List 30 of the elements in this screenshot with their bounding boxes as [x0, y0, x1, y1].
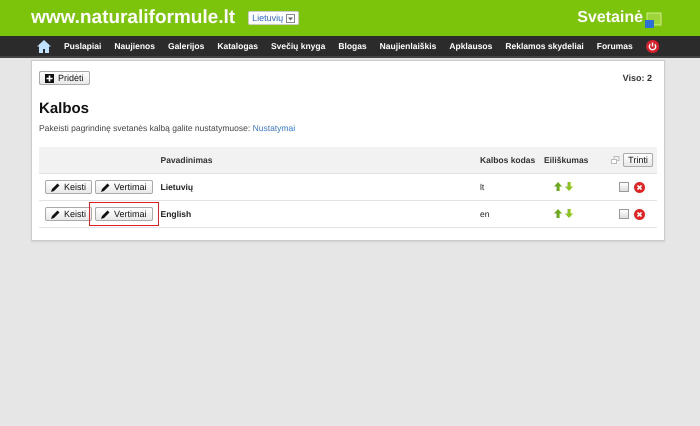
nav-link[interactable]: Apklausos — [449, 41, 492, 51]
column-header: Kalbos kodas — [479, 147, 543, 174]
nav-link[interactable]: Reklamos skydeliai — [505, 41, 584, 51]
nav-link[interactable]: Naujienlaiškis — [380, 41, 436, 51]
edit-button[interactable]: Keisti — [45, 207, 92, 221]
nav-link[interactable]: Svečių knyga — [270, 41, 326, 51]
nav-link[interactable]: Puslapiai — [64, 41, 102, 51]
nav-link[interactable]: Katalogas — [217, 41, 258, 51]
page-title: Kalbos — [39, 100, 90, 117]
logo: Svetainė — [577, 9, 643, 27]
column-header: Eiliškumas — [543, 147, 607, 174]
settings-link[interactable]: Nustatymai — [252, 123, 296, 133]
table-cell: Lietuvių — [160, 174, 479, 200]
nav-link[interactable]: Blogas — [338, 41, 367, 51]
language-dropdown[interactable]: Lietuvių — [248, 11, 300, 25]
nav-link[interactable]: Naujienos — [114, 41, 155, 51]
table-cell: English — [160, 200, 479, 228]
site-title: www.naturaliformule.lt — [31, 7, 236, 29]
column-header: Pavadinimas — [160, 147, 479, 174]
delete-button[interactable]: Trinti — [623, 153, 653, 167]
table-cell: lt — [479, 174, 543, 200]
nav-link[interactable]: Forumas — [596, 41, 633, 51]
edit-button[interactable]: Keisti — [45, 180, 92, 194]
table-cell: en — [479, 200, 543, 228]
settings-note: Pakeisti pagrindinę svetanės kalbą galite nustatymuose: — [39, 123, 250, 133]
nav-link[interactable]: Galerijos — [168, 41, 204, 51]
add-button[interactable]: Pridėti — [39, 71, 90, 85]
translations-button[interactable]: Vertimai — [95, 207, 153, 221]
total-count: Viso: 2 — [622, 73, 652, 83]
translations-button[interactable]: Vertimai — [95, 180, 153, 194]
